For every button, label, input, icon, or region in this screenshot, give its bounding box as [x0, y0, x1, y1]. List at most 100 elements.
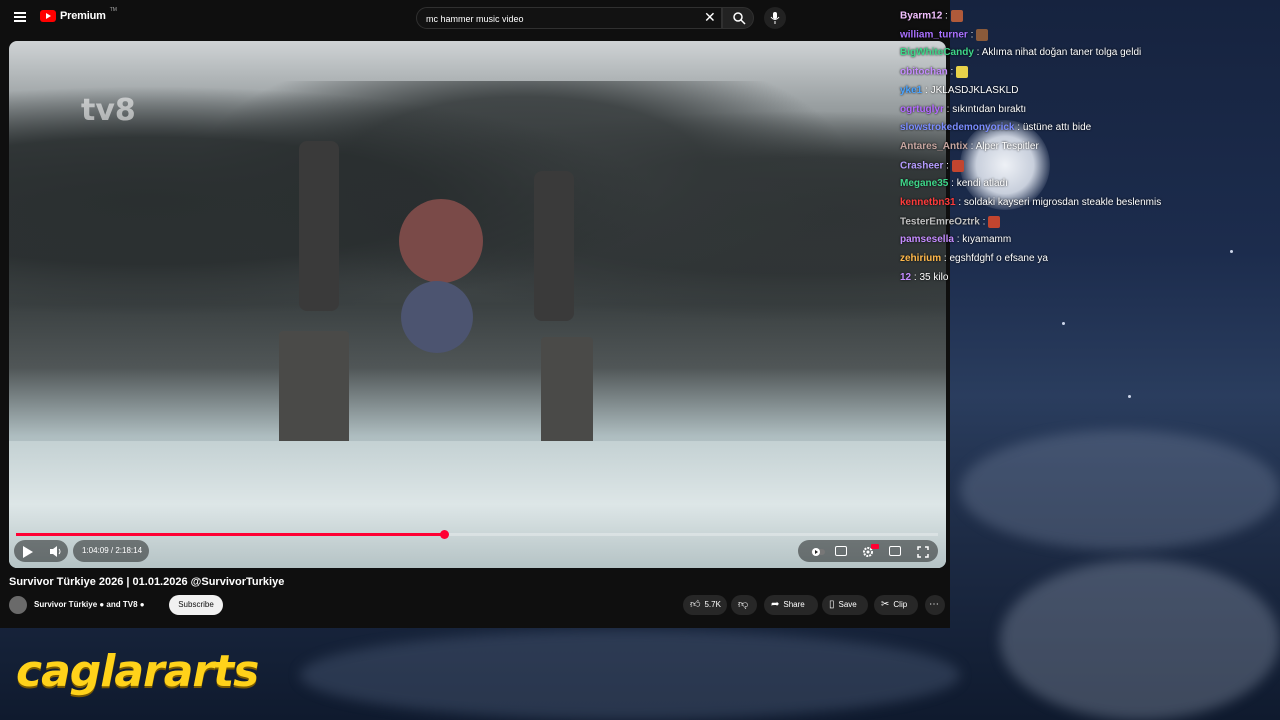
chat-emote-icon: [951, 159, 964, 172]
chat-username[interactable]: yke1: [900, 85, 922, 96]
video-title: Survivor Türkiye 2026 | 01.01.2026 @Surv…: [9, 576, 285, 588]
volume-icon[interactable]: [50, 546, 62, 557]
chat-text: Alper Tespitler: [975, 140, 1039, 152]
like-button[interactable]: 👍︎ 5.7K: [683, 595, 727, 615]
voice-search-button[interactable]: [764, 7, 786, 29]
miniplayer-icon[interactable]: [889, 546, 901, 556]
chat-emote-icon: [976, 28, 989, 41]
cloud-decoration: [1000, 560, 1280, 720]
thumbs-down-icon: 👎︎: [738, 599, 749, 610]
chat-emote-icon: [950, 10, 963, 22]
chat-username[interactable]: Byarm12: [900, 11, 942, 22]
chat-message: obitochan :: [900, 66, 969, 79]
dislike-button[interactable]: 👎︎: [731, 595, 757, 615]
streamer-brand-logo: caglararts: [16, 646, 259, 697]
more-actions-button[interactable]: ⋯: [925, 595, 945, 615]
chat-separator: :: [979, 216, 989, 228]
microphone-icon: [770, 12, 780, 24]
chat-separator: :: [942, 10, 951, 22]
chat-separator: :: [922, 84, 931, 96]
more-dots-icon: ⋯: [929, 599, 939, 610]
fullscreen-icon[interactable]: [917, 546, 929, 558]
progress-fill: [16, 533, 444, 536]
chat-separator: :: [955, 197, 964, 208]
clip-button[interactable]: ✂ Clip: [874, 595, 918, 615]
star-decoration: [1230, 250, 1233, 253]
chat-separator: :: [967, 29, 977, 41]
chat-separator: :: [1014, 122, 1023, 134]
chat-text: 35 kilo: [919, 271, 949, 283]
search-input[interactable]: mc hammer music video: [416, 7, 722, 29]
video-frame-contestant: [299, 141, 339, 311]
autoplay-toggle-icon[interactable]: [811, 547, 825, 557]
chat-emote-icon: [988, 215, 1001, 228]
scrubber-handle[interactable]: [440, 530, 449, 539]
hd-badge: [871, 544, 879, 549]
search-button[interactable]: [722, 7, 754, 29]
chat-text: JKLASDJKLASKLD: [930, 84, 1019, 96]
chat-message: Megane35 : kendi atladı: [900, 178, 1008, 189]
video-frame-ball: [399, 199, 483, 283]
chat-username[interactable]: Antares_Antix: [900, 141, 968, 152]
thumbs-up-icon: 👍︎: [690, 599, 701, 610]
chat-username[interactable]: kennetbn31: [900, 197, 956, 208]
chat-username[interactable]: 12: [900, 272, 911, 283]
chat-text: üstüne attı bide: [1022, 122, 1092, 134]
chat-message: yke1 : JKLASDJKLASKLD: [900, 85, 1018, 96]
chat-message: ogrtuglyr : sıkıntıdan bıraktı: [900, 104, 1026, 115]
time-display: 1:04:09 / 2:18:14: [82, 546, 143, 555]
chat-separator: :: [967, 140, 976, 152]
chat-username[interactable]: TesterEmreOztrk: [900, 216, 980, 227]
chat-separator: :: [947, 66, 957, 78]
scissors-icon: ✂: [881, 599, 890, 610]
star-decoration: [1128, 395, 1131, 398]
youtube-logo-icon: [40, 10, 56, 22]
chat-username[interactable]: slowstrokedemonyorick: [900, 122, 1014, 133]
youtube-window: Premium TM mc hammer music video ✕ tv8 1…: [0, 0, 950, 628]
chat-message: william_turner :: [900, 28, 989, 41]
chat-message: TesterEmreOztrk :: [900, 215, 1001, 228]
chat-text: soldaki kayseri migrosdan steakle beslen…: [963, 197, 1162, 208]
chat-username[interactable]: obitochan: [900, 67, 948, 78]
chat-username[interactable]: ogrtuglyr: [900, 104, 944, 115]
save-button[interactable]: ▯ Save: [822, 595, 868, 615]
chat-message: Crasheer :: [900, 159, 964, 172]
share-button[interactable]: ➦ Share: [764, 595, 818, 615]
clip-label: Clip: [893, 600, 908, 609]
share-label: Share: [783, 600, 805, 609]
channel-name[interactable]: Survivor Türkiye ● and TV8 ●: [34, 600, 145, 609]
video-frame-ball: [401, 281, 473, 353]
chat-message: zehirium : egshfdghf o efsane ya: [900, 253, 1048, 264]
trademark-label: TM: [109, 7, 117, 13]
chat-separator: :: [948, 178, 957, 190]
cloud-decoration: [960, 430, 1280, 550]
chat-username[interactable]: BigWhiteCandy: [900, 47, 974, 58]
chat-message: BigWhiteCandy : Aklıma nihat doğan taner…: [900, 47, 1141, 58]
star-decoration: [1062, 322, 1065, 325]
clear-search-icon[interactable]: ✕: [704, 9, 716, 26]
subtitles-icon[interactable]: [835, 546, 847, 556]
chat-username[interactable]: Megane35: [900, 178, 948, 189]
chat-message: Byarm12 :: [900, 10, 963, 22]
chat-username[interactable]: zehirium: [900, 253, 941, 264]
search-icon: [733, 12, 746, 25]
subscribe-button[interactable]: Subscribe: [169, 595, 223, 615]
hamburger-menu-icon[interactable]: [14, 12, 26, 22]
chat-username[interactable]: Crasheer: [900, 160, 943, 171]
chat-text: Aklıma nihat doğan taner tolga geldi: [981, 47, 1142, 59]
chat-username[interactable]: william_turner: [900, 29, 968, 40]
save-label: Save: [838, 600, 857, 609]
video-player[interactable]: tv8: [9, 41, 946, 568]
chat-message: 12 : 35 kilo: [900, 272, 948, 283]
cloud-decoration: [300, 630, 960, 720]
chat-username[interactable]: pamsesella: [900, 234, 954, 245]
chat-text: kendi atladı: [956, 178, 1008, 190]
chat-message: pamsesella : kıyamamm: [900, 234, 1011, 245]
channel-avatar[interactable]: [9, 596, 27, 614]
chat-emote-icon: [956, 66, 969, 79]
premium-label: Premium: [60, 10, 106, 22]
play-icon[interactable]: [23, 546, 33, 558]
youtube-premium-logo[interactable]: Premium TM: [40, 7, 117, 22]
top-bar: Premium TM mc hammer music video ✕: [0, 0, 950, 36]
chat-text: egshfdghf o efsane ya: [949, 253, 1048, 265]
